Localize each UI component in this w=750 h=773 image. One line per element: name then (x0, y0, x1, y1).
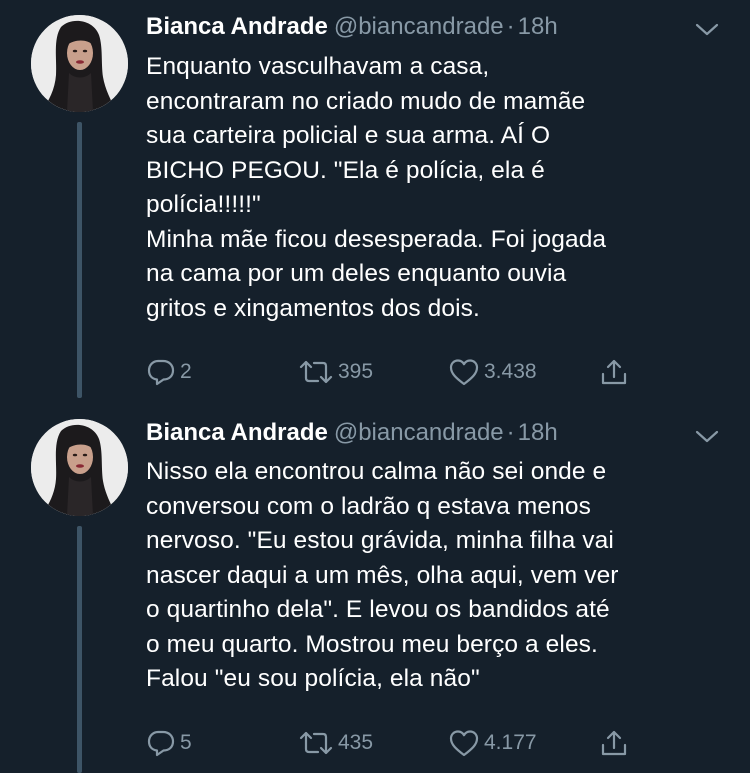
like-count: 3.438 (484, 360, 537, 383)
avatar[interactable] (31, 419, 128, 516)
share-button[interactable] (598, 726, 630, 760)
thread-line (77, 122, 82, 398)
retweet-button[interactable]: 395 (298, 355, 373, 389)
like-count: 4.177 (484, 731, 537, 754)
heart-icon (448, 728, 480, 758)
tweet-text-line: o meu quarto. Mostrou meu berço a eles. (146, 630, 598, 658)
like-button[interactable]: 4.177 (448, 726, 537, 760)
avatar-photo (31, 15, 128, 112)
tweet-text-line: na cama por um deles enquanto ouvia (146, 260, 567, 287)
tweet-text-line: encontraram no criado mudo de mamãe (146, 87, 586, 115)
retweet-icon (298, 357, 334, 387)
share-button[interactable] (598, 355, 630, 389)
retweet-count: 395 (338, 360, 374, 383)
tweet-header: Bianca Andrade @biancandrade · 18h (146, 416, 558, 450)
reply-button[interactable]: 5 (146, 726, 192, 760)
reply-count: 5 (180, 731, 192, 754)
author-handle[interactable]: @biancandrade (334, 13, 504, 40)
heart-icon (448, 357, 480, 387)
tweet-text-line: BICHO PEGOU. "Ela é polícia, ela é (146, 156, 545, 184)
separator-dot: · (506, 419, 515, 446)
share-icon (598, 356, 630, 388)
chevron-down-icon[interactable] (693, 20, 721, 40)
reply-icon (146, 728, 176, 758)
share-icon (598, 727, 630, 759)
timestamp[interactable]: 18h (518, 419, 558, 446)
author-handle[interactable]: @biancandrade (334, 419, 504, 446)
tweet-text-line: sua carteira policial e sua arma. AÍ O (146, 122, 551, 149)
tweet-text-line: polícia!!!!!" (146, 191, 261, 218)
avatar-photo (31, 419, 128, 516)
tweet-text-line: Nisso ela encontrou calma não sei onde e (146, 458, 607, 485)
author-name[interactable]: Bianca Andrade (146, 419, 328, 446)
tweet-header: Bianca Andrade @biancandrade · 18h (146, 10, 558, 44)
timestamp[interactable]: 18h (518, 13, 558, 40)
tweet-text-line: Enquanto vasculhavam a casa, (146, 53, 490, 80)
avatar[interactable] (31, 15, 128, 112)
tweet-text: Enquanto vasculhavam a casa, encontraram… (146, 50, 736, 326)
tweet[interactable]: Bianca Andrade @biancandrade · 18h Enquanto… (0, 0, 750, 405)
retweet-icon (298, 728, 334, 758)
tweet-text-line: conversou com o ladrão q estava menos (146, 492, 591, 520)
reply-count: 2 (180, 360, 192, 383)
thread-line (77, 526, 82, 773)
tweet-actions: 5 435 4.177 (146, 726, 646, 760)
tweet-text-line: Minha mãe ficou desesperada. Foi jogada (146, 225, 607, 253)
reply-button[interactable]: 2 (146, 355, 192, 389)
tweet[interactable]: Bianca Andrade @biancandrade · 18h Nisso el… (0, 405, 750, 773)
reply-icon (146, 357, 176, 387)
tweet-text-line: Falou "eu sou polícia, ela não" (146, 665, 480, 692)
tweet-text: Nisso ela encontrou calma não sei onde e… (146, 455, 736, 697)
tweet-text-line: o quartinho dela". E levou os bandidos a… (146, 596, 610, 623)
retweet-count: 435 (338, 731, 374, 754)
separator-dot: · (506, 13, 515, 40)
author-name[interactable]: Bianca Andrade (146, 13, 328, 40)
tweet-text-line: nascer daqui a um mês, olha aqui, vem ve… (146, 561, 619, 589)
tweet-text-line: gritos e xingamentos dos dois. (146, 294, 480, 322)
like-button[interactable]: 3.438 (448, 355, 537, 389)
tweet-text-line: nervoso. "Eu estou grávida, minha filha … (146, 527, 614, 554)
tweet-actions: 2 395 3.438 (146, 355, 646, 389)
retweet-button[interactable]: 435 (298, 726, 373, 760)
chevron-down-icon[interactable] (693, 427, 721, 447)
